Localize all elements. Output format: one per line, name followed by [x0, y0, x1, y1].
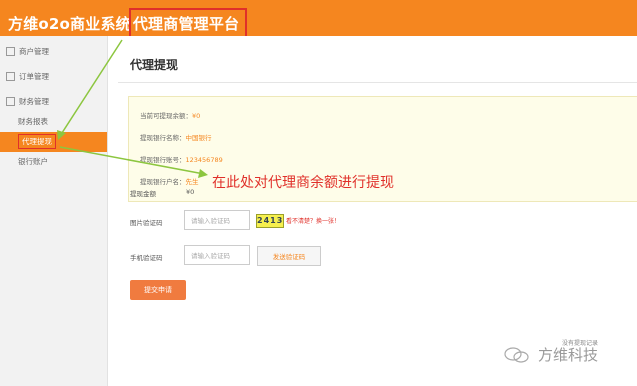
brand-title: 方维o2o商业系统 代理商管理平台	[8, 8, 248, 39]
sidebar: 商户管理 订单管理 财务管理 财务报表 代理提现 银行账户	[0, 36, 108, 386]
sidebar-item-orders[interactable]: 订单管理	[0, 65, 107, 87]
finance-icon	[6, 96, 15, 106]
submit-button[interactable]: 提交申请	[130, 280, 186, 300]
info-label: 提现银行账号：	[140, 156, 186, 164]
sidebar-item-label: 财务管理	[19, 96, 49, 106]
sidebar-item-finance[interactable]: 财务管理	[0, 90, 107, 112]
sms-code-label: 手机验证码	[130, 254, 163, 262]
info-label: 当前可提现余额：	[140, 112, 192, 120]
orders-icon	[6, 71, 15, 81]
brand-prefix: 方维o2o商业系统	[8, 15, 131, 33]
captcha-label: 图片验证码	[130, 219, 163, 227]
sidebar-menu: 商户管理 订单管理 财务管理 财务报表 代理提现 银行账户	[0, 40, 107, 172]
wechat-icon	[504, 347, 529, 363]
top-bar: 方维o2o商业系统 代理商管理平台	[0, 0, 637, 39]
captcha-refresh-link[interactable]: 看不清楚？换一张！	[286, 216, 340, 225]
sidebar-subitem-bank-account[interactable]: 银行账户	[0, 152, 107, 172]
sms-code-input[interactable]: 请输入验证码	[184, 245, 250, 265]
info-value: 中国银行	[185, 134, 212, 142]
info-label: 提现银行名称：	[140, 134, 186, 142]
captcha-image[interactable]: 2413	[256, 214, 284, 228]
sidebar-subitem-agent-withdraw[interactable]: 代理提现	[0, 132, 107, 152]
brand-highlight: 代理商管理平台	[128, 8, 248, 39]
info-holder: 提现银行户名：先生	[140, 176, 199, 186]
sidebar-item-label: 商户管理	[19, 46, 49, 56]
info-account: 提现银行账号：123456789	[140, 154, 223, 164]
info-bank-name: 提现银行名称：中国银行	[140, 132, 212, 142]
sidebar-item-merchant[interactable]: 商户管理	[0, 40, 107, 62]
main-content: 代理提现 当前可提现余额：¥0 提现银行名称：中国银行 提现银行账号：12345…	[118, 36, 637, 386]
sidebar-item-label: 订单管理	[19, 71, 49, 81]
watermark-text: 方维科技	[538, 346, 599, 364]
info-label: 提现银行户名：	[140, 178, 186, 186]
captcha-input[interactable]: 请输入验证码	[184, 210, 250, 230]
sidebar-subitem-label: 代理提现	[18, 134, 56, 149]
title-divider	[118, 82, 637, 83]
sidebar-subitem-finance-report[interactable]: 财务报表	[0, 112, 107, 132]
page-title: 代理提现	[130, 58, 179, 72]
info-value: ¥0	[192, 112, 201, 120]
info-balance: 当前可提现余额：¥0	[140, 110, 200, 120]
info-value: 123456789	[185, 156, 223, 164]
amount-value: ¥0	[186, 188, 195, 196]
merchant-icon	[6, 46, 15, 56]
amount-label: 提现金额	[130, 190, 156, 198]
send-code-button[interactable]: 发送验证码	[257, 246, 321, 266]
annotation-text: 在此处对代理商余额进行提现	[212, 175, 394, 191]
info-value: 先生	[185, 178, 199, 186]
